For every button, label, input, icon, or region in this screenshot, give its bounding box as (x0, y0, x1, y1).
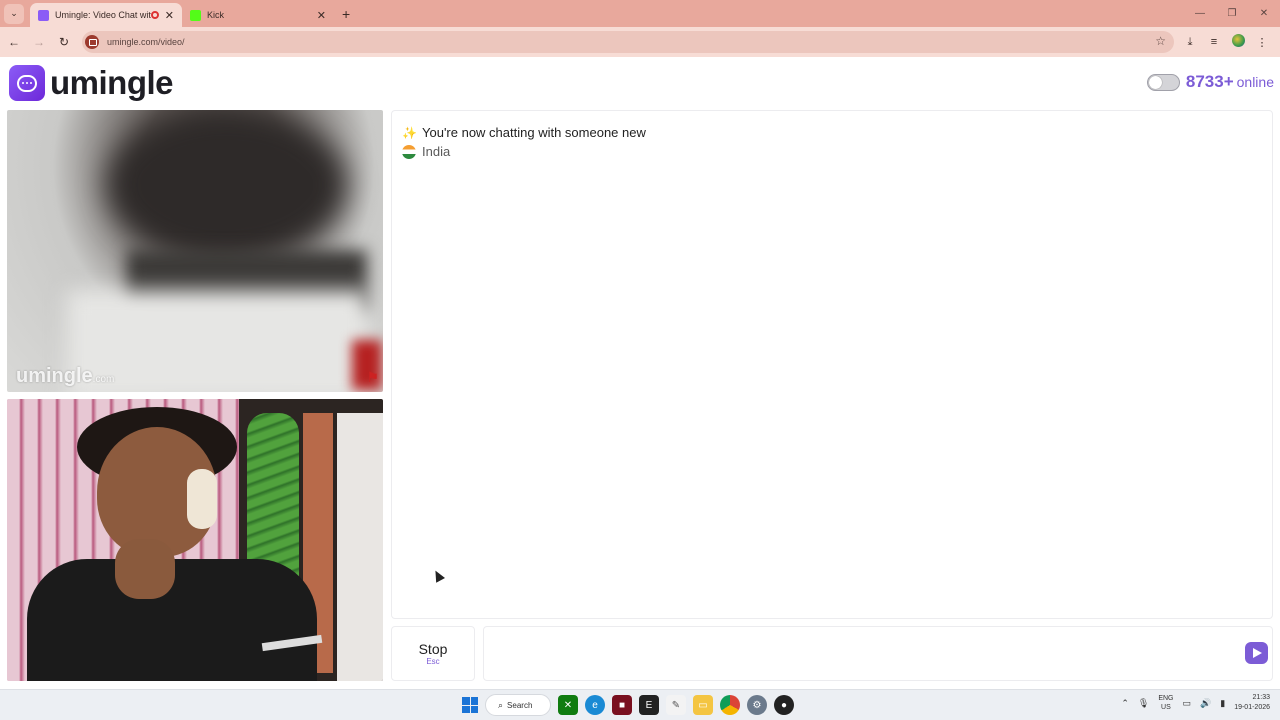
tab-title: Umingle: Video Chat with St (55, 10, 151, 20)
xbox-icon[interactable]: ✕ (558, 695, 578, 715)
language-indicator[interactable]: ENG US (1158, 694, 1173, 712)
volume-icon[interactable]: 🔊 (1200, 698, 1211, 709)
tab-title: Kick (207, 10, 225, 20)
tab-umingle[interactable]: Umingle: Video Chat with St ✕ (30, 3, 182, 27)
report-flag-icon[interactable]: ⚑ (366, 369, 379, 386)
send-icon (1253, 648, 1262, 658)
online-indicator: 8733+ online (1146, 72, 1274, 92)
app-icon[interactable]: ● (774, 695, 794, 715)
profile-avatar[interactable] (1226, 34, 1250, 50)
maximize-button[interactable]: ❐ (1216, 0, 1248, 27)
address-bar[interactable]: umingle.com/video/ ☆ (82, 31, 1174, 53)
menu-icon[interactable]: ⋮ (1250, 36, 1274, 49)
clock[interactable]: 21:33 19-01-2026 (1234, 693, 1270, 713)
browser-tab-strip: ⌄ Umingle: Video Chat with St ✕ Kick ✕ +… (0, 0, 1280, 27)
back-button[interactable]: ← (3, 35, 25, 49)
site-logo[interactable]: umingle (9, 64, 174, 102)
recording-icon (150, 11, 159, 19)
window-controls: — ❐ ✕ (1184, 0, 1280, 27)
download-icon[interactable]: ⤓ (1178, 36, 1202, 49)
forward-button[interactable]: → (28, 35, 50, 49)
bookmark-star-icon[interactable]: ☆ (1155, 34, 1166, 48)
system-message: ✨ You're now chatting with someone new (402, 125, 646, 140)
chevron-down-icon: ⌄ (10, 8, 18, 18)
taskbar-search[interactable]: ⌕ Search (485, 694, 551, 716)
sparkles-icon: ✨ (402, 125, 417, 140)
battery-icon[interactable]: ▮ (1220, 698, 1225, 709)
umingle-favicon (38, 9, 49, 21)
settings-icon[interactable]: ⚙ (747, 695, 767, 715)
send-button[interactable] (1245, 642, 1268, 664)
country-message: India (402, 144, 450, 159)
stranger-video: umingle.com ⚑ (7, 110, 383, 392)
site-info-icon[interactable] (85, 35, 99, 49)
message-text: You're now chatting with someone new (422, 125, 646, 140)
tab-search-button[interactable]: ⌄ (4, 3, 24, 24)
tab-kick[interactable]: Kick ✕ (182, 3, 334, 27)
display-icon[interactable]: ▭ (1183, 698, 1192, 709)
reload-button[interactable]: ↻ (53, 35, 75, 49)
file-explorer-icon[interactable]: ▭ (693, 695, 713, 715)
taskbar: ⌕ Search ✕ e ■ E ✎ ▭ ⚙ ● ⌃ 🎙 ENG US ▭ 🔊 ▮ … (0, 689, 1280, 720)
stop-button[interactable]: Stop Esc (391, 626, 475, 681)
logo-text: umingle (50, 64, 174, 101)
online-count: 8733+ (1185, 72, 1234, 91)
stop-label: Stop (418, 641, 448, 657)
close-window-button[interactable]: ✕ (1248, 0, 1280, 27)
chevron-up-icon[interactable]: ⌃ (1121, 698, 1129, 709)
url-text[interactable]: umingle.com/video/ (107, 37, 185, 47)
self-video (7, 399, 383, 681)
video-watermark: umingle.com (16, 365, 115, 387)
message-input[interactable] (483, 626, 1273, 681)
chrome-icon[interactable] (720, 695, 740, 715)
kick-favicon (190, 9, 201, 21)
theme-toggle[interactable] (1146, 73, 1180, 91)
notepad-icon[interactable]: ✎ (666, 695, 686, 715)
epic-games-icon[interactable]: E (639, 695, 659, 715)
media-control-icon[interactable]: ≡ (1202, 36, 1226, 48)
online-label: online (1236, 74, 1274, 90)
browser-toolbar: ← → ↻ umingle.com/video/ ☆ ⤓ ≡ ⋮ (0, 27, 1280, 57)
stop-shortcut: Esc (426, 657, 440, 666)
windows-start-icon[interactable] (462, 697, 478, 713)
country-name: India (422, 144, 451, 159)
new-tab-button[interactable]: + (342, 6, 350, 22)
chat-messages-panel: ✨ You're now chatting with someone new I… (391, 110, 1273, 619)
edge-icon[interactable]: e (585, 695, 605, 715)
chat-bubble-icon (9, 65, 45, 101)
close-icon[interactable]: ✕ (165, 9, 174, 22)
search-icon: ⌕ (498, 699, 504, 710)
microphone-icon[interactable]: 🎙 (1138, 698, 1149, 709)
app-icon[interactable]: ■ (612, 695, 632, 715)
india-flag-icon (402, 144, 416, 159)
system-tray: ⌃ 🎙 ENG US ▭ 🔊 ▮ 21:33 19-01-2026 (1121, 693, 1270, 713)
close-icon[interactable]: ✕ (317, 9, 326, 22)
minimize-button[interactable]: — (1184, 0, 1216, 27)
